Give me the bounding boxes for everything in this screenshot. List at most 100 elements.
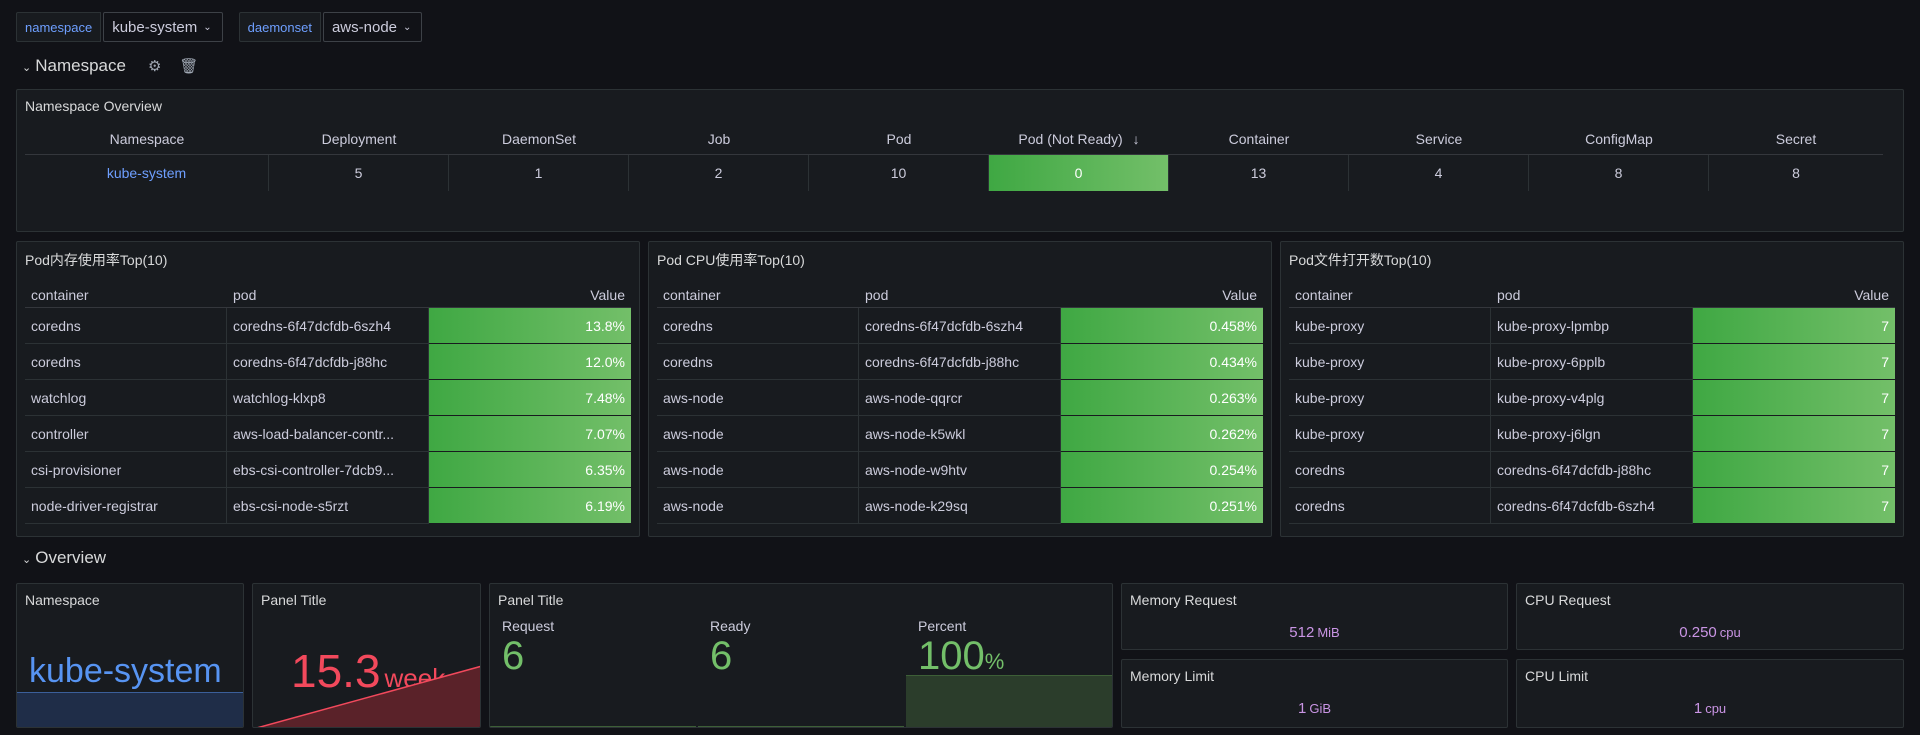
column-header[interactable]: Secret	[1709, 124, 1883, 155]
table-cell: aws-node	[657, 452, 859, 488]
column-header[interactable]: Value	[1693, 282, 1895, 308]
table-cell: ebs-csi-node-s5rzt	[227, 488, 429, 524]
table-row: coredns coredns-6f47dcfdb-j88hc 7	[1289, 452, 1895, 488]
table-cell: 1	[449, 155, 629, 191]
cpu-limit-panel: CPU Limit 1 cpu	[1516, 659, 1904, 728]
ready-stat: Ready 6	[710, 618, 750, 678]
column-header[interactable]: Value	[429, 282, 631, 308]
table-row: aws-node aws-node-w9htv 0.254%	[657, 452, 1263, 488]
namespace-stat-panel: Namespace kube-system	[16, 583, 244, 728]
table-cell: kube-proxy-lpmbp	[1491, 308, 1693, 344]
table-header: container pod Value	[1289, 282, 1895, 308]
column-header[interactable]: Service	[1349, 124, 1529, 155]
panel-title: Pod文件打开数Top(10)	[1289, 252, 1432, 268]
table-row: coredns coredns-6f47dcfdb-j88hc 0.434%	[657, 344, 1263, 380]
trash-icon[interactable]: 🗑	[179, 57, 198, 75]
table-cell: aws-node-k29sq	[859, 488, 1061, 524]
age-stat-panel: Panel Title 15.3 week	[252, 583, 481, 728]
row-title: Overview	[35, 548, 107, 567]
table-cell: coredns	[1289, 488, 1491, 524]
namespace-link[interactable]: kube-system	[25, 155, 269, 191]
percent-stat: Percent 100%	[918, 618, 1004, 684]
panel-title: Pod CPU使用率Top(10)	[657, 252, 805, 268]
table-row: coredns coredns-6f47dcfdb-6szh4 0.458%	[657, 308, 1263, 344]
column-header[interactable]: container	[657, 282, 859, 308]
table-cell: coredns-6f47dcfdb-j88hc	[227, 344, 429, 380]
value-cell: 0.458%	[1061, 308, 1263, 344]
value-cell: 7	[1693, 380, 1895, 416]
value-unit: cpu	[1719, 625, 1741, 640]
gear-icon[interactable]: ⚙	[148, 57, 161, 75]
top10-table: container pod Value coredns coredns-6f47…	[25, 282, 631, 524]
column-header[interactable]: pod	[859, 282, 1061, 308]
column-header[interactable]: Pod	[809, 124, 989, 155]
memory-limit-panel: Memory Limit 1 GiB	[1121, 659, 1508, 728]
table-row: node-driver-registrar ebs-csi-node-s5rzt…	[25, 488, 631, 524]
panel-title: Namespace	[25, 592, 100, 608]
panel-title: Memory Request	[1130, 592, 1237, 608]
percent-label: Percent	[918, 618, 967, 634]
table-row: watchlog watchlog-klxp8 7.48%	[25, 380, 631, 416]
column-header[interactable]: Value	[1061, 282, 1263, 308]
value-unit: GiB	[1309, 701, 1331, 716]
table-cell: coredns	[25, 308, 227, 344]
value-cell: 7	[1693, 344, 1895, 380]
pod-cpu-top10-panel: Pod CPU使用率Top(10) container pod Value co…	[648, 241, 1272, 537]
value-number: 1	[1297, 700, 1307, 717]
value-cell: 12.0%	[429, 344, 631, 380]
table-cell: kube-proxy	[1289, 344, 1491, 380]
ready-band-line	[698, 726, 904, 727]
table-row: coredns coredns-6f47dcfdb-6szh4 13.8%	[25, 308, 631, 344]
column-header[interactable]: Namespace	[25, 124, 269, 155]
table-cell: kube-proxy-v4plg	[1491, 380, 1693, 416]
table-cell: kube-proxy	[1289, 416, 1491, 452]
column-header[interactable]: pod	[1491, 282, 1693, 308]
table-cell: 8	[1792, 165, 1800, 181]
table-header: Namespace Deployment DaemonSet Job Pod P…	[25, 124, 1903, 155]
table-cell: kube-proxy-6pplb	[1491, 344, 1693, 380]
table-cell: kube-proxy	[1289, 308, 1491, 344]
percent-unit: %	[984, 649, 1005, 674]
value-cell: 0.254%	[1061, 452, 1263, 488]
value-cell: 0.263%	[1061, 380, 1263, 416]
value-number: 512	[1289, 624, 1315, 641]
chevron-down-icon: ⌄	[22, 61, 32, 74]
value-cell: 7.07%	[429, 416, 631, 452]
table-row: coredns coredns-6f47dcfdb-j88hc 12.0%	[25, 344, 631, 380]
table-cell-highlight: 0	[989, 155, 1169, 191]
row-namespace[interactable]: ⌄ Namespace ⚙ 🗑	[22, 56, 198, 76]
table-row: aws-node aws-node-k5wkl 0.262%	[657, 416, 1263, 452]
table-cell: ebs-csi-controller-7dcb9...	[227, 452, 429, 488]
namespace-select[interactable]: kube-system ⌄	[103, 12, 223, 42]
table-cell: kube-proxy-j6lgn	[1491, 416, 1693, 452]
column-header[interactable]: pod	[227, 282, 429, 308]
table-cell: coredns-6f47dcfdb-6szh4	[227, 308, 429, 344]
namespace-overview-panel: Namespace Overview Namespace Deployment …	[16, 89, 1904, 232]
request-band-line	[490, 726, 696, 727]
top10-table: container pod Value coredns coredns-6f47…	[657, 282, 1263, 524]
column-header[interactable]: ConfigMap	[1529, 124, 1709, 155]
table-cell: aws-node-w9htv	[859, 452, 1061, 488]
value-cell: 0.251%	[1061, 488, 1263, 524]
request-value: 6	[502, 634, 525, 678]
table-row: kube-system 5 1 2 10 0 13 4 8 8	[25, 155, 1903, 191]
request-stat: Request 6	[502, 618, 554, 678]
variable-label-namespace: namespace	[16, 12, 102, 42]
column-header[interactable]: DaemonSet	[449, 124, 629, 155]
value-cell: 0.262%	[1061, 416, 1263, 452]
column-header-sorted[interactable]: Pod (Not Ready) ↓	[989, 124, 1169, 155]
value-number: 1	[1693, 700, 1703, 717]
daemonset-select[interactable]: aws-node ⌄	[322, 12, 423, 42]
column-header[interactable]: Job	[629, 124, 809, 155]
table-cell: coredns	[25, 344, 227, 380]
memory-request-panel: Memory Request 512 MiB	[1121, 583, 1508, 650]
table-header: container pod Value	[25, 282, 631, 308]
column-header[interactable]: container	[1289, 282, 1491, 308]
column-header[interactable]: Deployment	[269, 124, 449, 155]
column-header[interactable]: container	[25, 282, 227, 308]
column-header[interactable]: Container	[1169, 124, 1349, 155]
value-cell: 7.48%	[429, 380, 631, 416]
value-cell: 7	[1693, 308, 1895, 344]
namespace-select-value: kube-system	[112, 18, 198, 36]
row-overview[interactable]: ⌄ Overview	[22, 548, 106, 568]
